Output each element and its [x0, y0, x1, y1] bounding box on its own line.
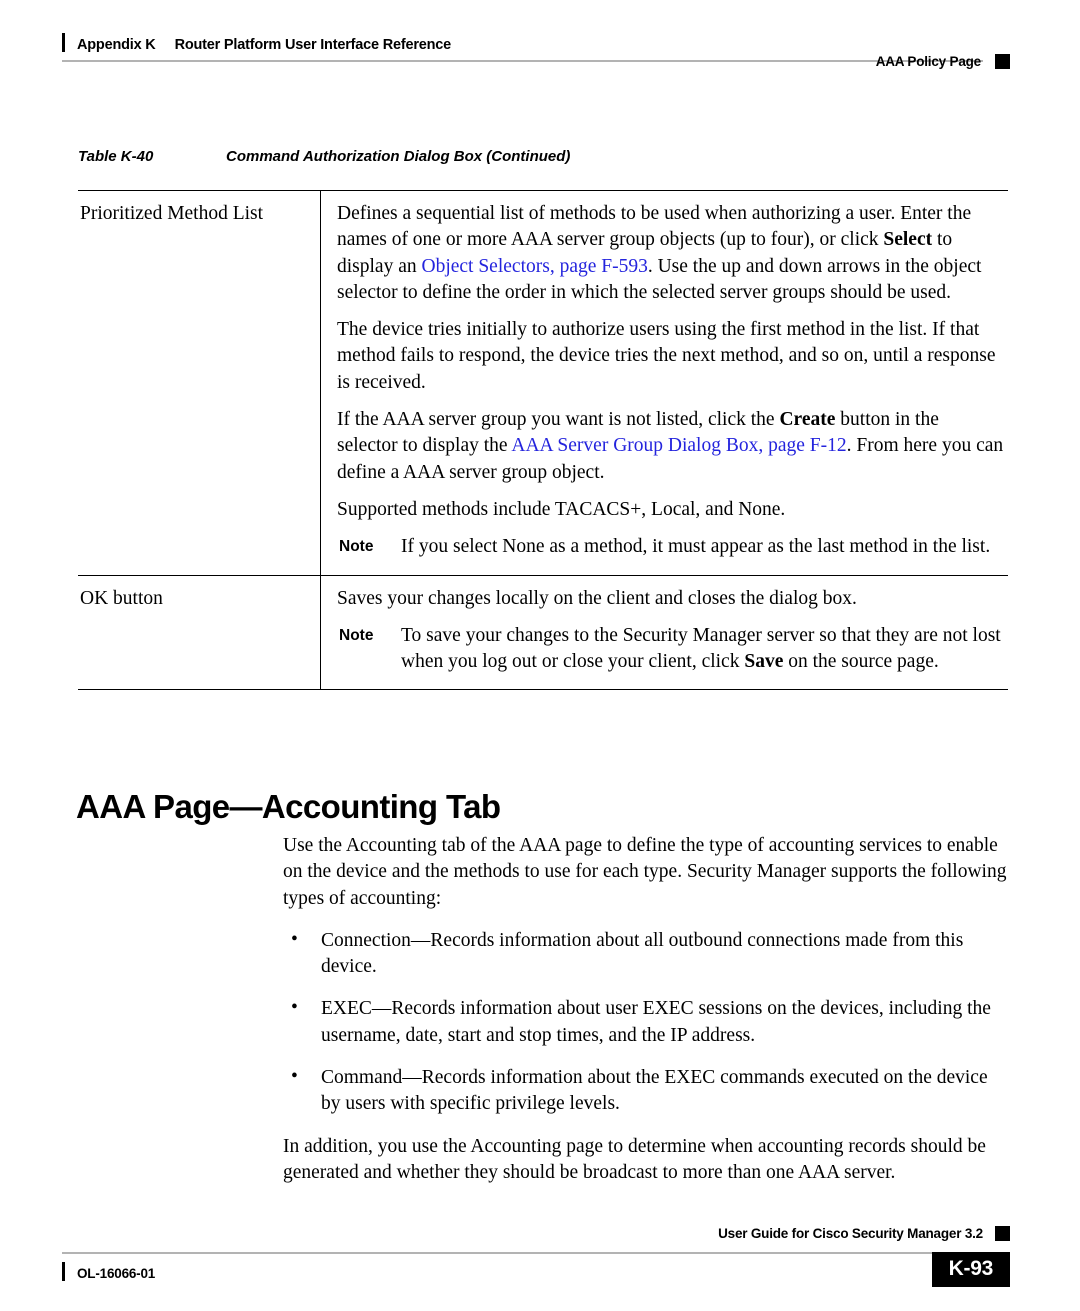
- reference-table: Prioritized Method List Defines a sequen…: [78, 190, 1008, 691]
- list-item-text: EXEC—Records information about user EXEC…: [321, 998, 991, 1046]
- table-cell-label: OK button: [78, 574, 321, 690]
- footer-marker-square-icon: [995, 1226, 1010, 1241]
- note-block: Note To save your changes to the Securit…: [337, 623, 1004, 676]
- footer-divider: [62, 1252, 949, 1254]
- page-title: AAA Page—Accounting Tab: [76, 788, 501, 826]
- table-cell-description: Saves your changes locally on the client…: [320, 574, 1008, 690]
- footer-left-group: OL-16066-01: [62, 1259, 155, 1281]
- table-caption-number: Table K-40: [78, 148, 154, 165]
- table-caption: Table K-40 Command Authorization Dialog B…: [78, 148, 570, 165]
- reference-table-body: Prioritized Method List Defines a sequen…: [78, 191, 1008, 690]
- document-page: Appendix K Router Platform User Interfac…: [0, 0, 1080, 1311]
- save-button-reference: Save: [744, 651, 784, 673]
- page-footer: User Guide for Cisco Security Manager 3.…: [62, 1226, 1010, 1298]
- table-row: Prioritized Method List Defines a sequen…: [78, 191, 1008, 576]
- xref-object-selectors[interactable]: Object Selectors, page F-593: [421, 256, 647, 277]
- description-paragraph: Supported methods include TACACS+, Local…: [337, 498, 786, 520]
- footer-document-id: OL-16066-01: [77, 1266, 156, 1281]
- footer-guide-title: User Guide for Cisco Security Manager 3.…: [718, 1226, 983, 1241]
- table-cell-label: Prioritized Method List: [80, 203, 264, 224]
- header-section-label: AAA Policy Page: [875, 54, 981, 69]
- list-item: • Connection—Records information about a…: [283, 928, 1010, 981]
- header-appendix-label: Appendix K: [77, 37, 156, 53]
- xref-aaa-server-group-dialog[interactable]: AAA Server Group Dialog Box, page F-12: [511, 435, 846, 456]
- note-block: Note If you select None as a method, it …: [337, 534, 1004, 560]
- create-button-reference: Create: [779, 409, 836, 431]
- header-appendix-title: Router Platform User Interface Reference: [174, 37, 452, 53]
- footer-guide-group: User Guide for Cisco Security Manager 3.…: [718, 1226, 1010, 1241]
- section-body: Use the Accounting tab of the AAA page t…: [283, 833, 1010, 1202]
- description-paragraph: Defines a sequential list of methods to …: [337, 203, 982, 303]
- header-right-group: AAA Policy Page: [876, 54, 1010, 69]
- list-item: • EXEC—Records information about user EX…: [283, 996, 1010, 1049]
- note-text: If you select None as a method, it must …: [401, 536, 991, 558]
- page-number-badge: K-93: [931, 1252, 1010, 1287]
- bullet-icon: •: [291, 928, 298, 950]
- table-row: OK button Saves your changes locally on …: [78, 574, 1008, 690]
- bullet-icon: •: [291, 1066, 298, 1088]
- list-item-text: Connection—Records information about all…: [321, 929, 964, 978]
- note-label: Note: [339, 626, 374, 644]
- header-divider: [62, 60, 983, 62]
- change-bar-icon: [62, 1262, 65, 1281]
- select-button-reference: Select: [883, 229, 933, 251]
- table-caption-title: Command Authorization Dialog Box (Contin…: [226, 148, 571, 165]
- list-item: • Command—Records information about the …: [283, 1065, 1010, 1118]
- header-marker-square-icon: [995, 54, 1010, 69]
- list-item-text: Command—Records information about the EX…: [321, 1067, 988, 1115]
- header-left-group: Appendix K Router Platform User Interfac…: [62, 30, 451, 53]
- accounting-type-list: • Connection—Records information about a…: [283, 928, 1010, 1118]
- page-header: Appendix K Router Platform User Interfac…: [62, 30, 1010, 86]
- note-label: Note: [339, 538, 374, 556]
- description-paragraph: If the AAA server group you want is not …: [337, 409, 1004, 483]
- closing-paragraph: In addition, you use the Accounting page…: [283, 1135, 986, 1183]
- change-bar-icon: [62, 33, 65, 52]
- description-paragraph: Saves your changes locally on the client…: [337, 587, 857, 609]
- intro-paragraph: Use the Accounting tab of the AAA page t…: [283, 835, 1007, 909]
- bullet-icon: •: [291, 997, 298, 1019]
- note-text: To save your changes to the Security Man…: [401, 624, 1001, 673]
- table-cell-description: Defines a sequential list of methods to …: [320, 191, 1008, 576]
- description-paragraph: The device tries initially to authorize …: [337, 319, 996, 393]
